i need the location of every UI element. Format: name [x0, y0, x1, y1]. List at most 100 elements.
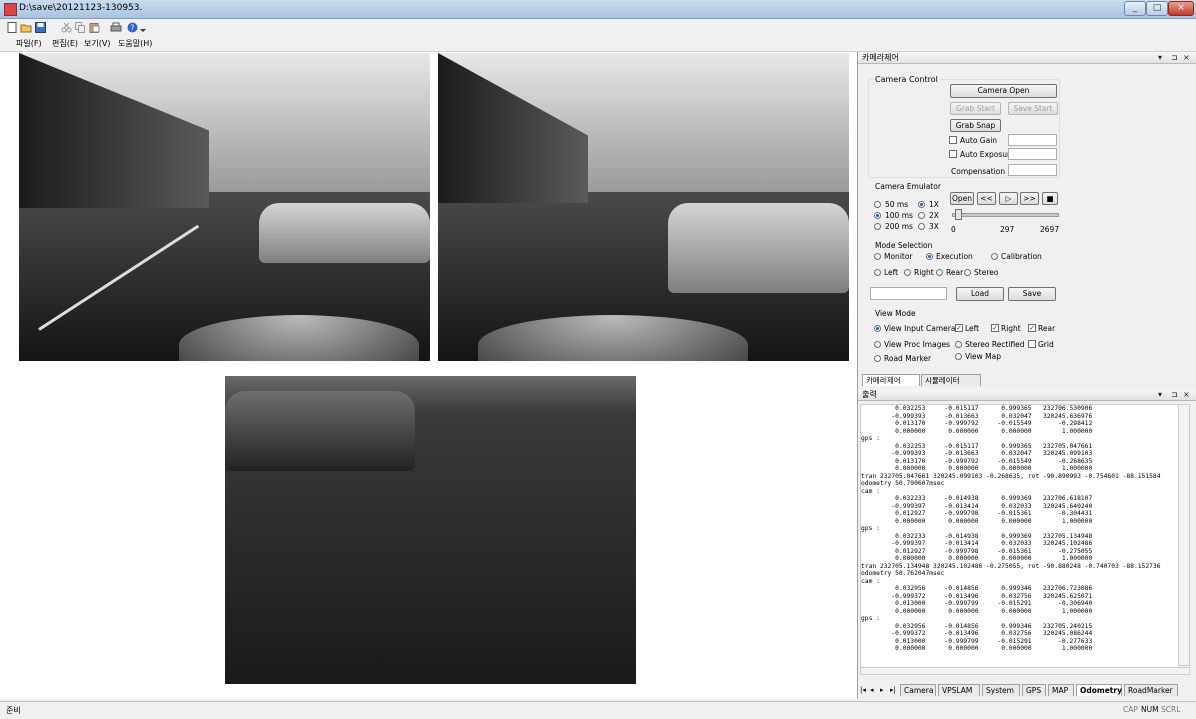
output-line: 0.000000 0.000000 0.000000 1.000000	[861, 427, 1093, 435]
output-vertical-scrollbar[interactable]	[1178, 404, 1190, 666]
view-map-radio[interactable]	[955, 353, 962, 360]
file-path-field[interactable]	[870, 287, 947, 300]
pin-icon[interactable]: ⊐	[1171, 52, 1178, 64]
cut-icon[interactable]	[60, 22, 72, 33]
open-icon[interactable]	[20, 22, 32, 33]
output-horizontal-scrollbar[interactable]	[860, 667, 1190, 675]
playback-slider-thumb[interactable]	[955, 209, 963, 220]
help-icon[interactable]: ?	[126, 22, 138, 33]
rewind-button[interactable]: <<	[977, 192, 996, 205]
speed-2x-radio[interactable]	[918, 212, 925, 219]
mode-calibration-radio[interactable]	[991, 253, 998, 260]
stereo-rectified-radio[interactable]	[955, 341, 962, 348]
play-button[interactable]: ▷	[999, 192, 1018, 205]
camera-panel-tabs: 카메라제어 시뮬레이터	[862, 374, 1062, 387]
menu-edit[interactable]: 편집(E)	[52, 38, 78, 49]
save-icon[interactable]	[34, 22, 46, 33]
left-camera-image	[19, 53, 430, 361]
mode-execution-radio[interactable]	[926, 253, 933, 260]
menu-bar: 파일(F) 편집(E) 보기(V) 도움말(H)	[0, 36, 1196, 52]
tab-simulator-label: 시뮬레이터	[925, 376, 960, 385]
output-log[interactable]: 0.032253 -0.015117 0.999365 232706.53090…	[860, 404, 1180, 668]
cam-right-radio[interactable]	[904, 269, 911, 276]
rate-200ms-radio[interactable]	[874, 223, 881, 230]
stop-button[interactable]: ■	[1042, 192, 1058, 205]
tab-system[interactable]: System	[982, 684, 1020, 696]
paste-icon[interactable]	[88, 22, 100, 33]
emulator-open-button[interactable]: Open	[950, 192, 974, 205]
auto-exposure-field[interactable]	[1008, 148, 1057, 160]
view-rear-checkbox[interactable]: ✓	[1028, 324, 1036, 332]
cam-stereo-radio[interactable]	[964, 269, 971, 276]
tab-vpslam[interactable]: VPSLAM	[938, 684, 980, 696]
road-marker-radio[interactable]	[874, 355, 881, 362]
mode-monitor-radio[interactable]	[874, 253, 881, 260]
view-left-checkbox[interactable]: ✓	[955, 324, 963, 332]
auto-exposure-checkbox[interactable]	[949, 150, 957, 158]
maximize-button[interactable]: □	[1146, 1, 1168, 16]
save-button[interactable]: Save	[1008, 287, 1056, 301]
menu-help[interactable]: 도움말(H)	[118, 38, 152, 49]
output-pin-icon[interactable]: ⊐	[1171, 389, 1178, 401]
view-input-label: View Input Cameras	[884, 324, 960, 333]
cam-rear-radio[interactable]	[936, 269, 943, 276]
cam-rear-label: Rear	[946, 268, 964, 277]
camera-panel-header: 카메라제어 ▾ ⊐ ×	[858, 52, 1196, 64]
tab-nav-3-icon[interactable]: ▸|	[890, 686, 896, 694]
panel-close-icon[interactable]: ×	[1183, 52, 1190, 64]
output-line: 0.032956 -0.014856 0.999346 232706.72308…	[861, 585, 1093, 592]
copy-icon[interactable]	[74, 22, 86, 33]
save-start-button[interactable]: Save Start	[1008, 102, 1058, 115]
print-icon[interactable]	[110, 22, 122, 33]
view-mode-label: View Mode	[875, 309, 916, 318]
grab-snap-button[interactable]: Grab Snap	[950, 119, 1001, 132]
panel-menu-icon[interactable]: ▾	[1158, 52, 1162, 64]
view-proc-radio[interactable]	[874, 341, 881, 348]
tab-camera[interactable]: Camera	[900, 684, 936, 696]
menu-file[interactable]: 파일(F)	[16, 38, 42, 49]
tab-roadmarker[interactable]: RoadMarker	[1124, 684, 1178, 696]
tab-gps[interactable]: GPS	[1022, 684, 1046, 696]
speed-3x-radio[interactable]	[918, 223, 925, 230]
forward-button[interactable]: >>	[1020, 192, 1039, 205]
grid-checkbox[interactable]	[1028, 340, 1036, 348]
minimize-button[interactable]: _	[1124, 1, 1146, 16]
speed-1x-radio[interactable]	[918, 201, 925, 208]
tab-nav-0-icon[interactable]: |◂	[860, 686, 866, 694]
tab-camera-control[interactable]: 카메라제어	[862, 374, 920, 386]
tab-simulator[interactable]: 시뮬레이터	[921, 374, 981, 386]
view-right-label: Right	[1001, 324, 1021, 333]
output-line: 0.032253 -0.015117 0.999365 232705.04766…	[861, 442, 1093, 450]
view-input-radio[interactable]	[874, 325, 881, 332]
speed-2x-label: 2X	[929, 211, 939, 220]
tab-nav-1-icon[interactable]: ◂	[870, 686, 874, 694]
output-line: 0.032233 -0.014938 0.999369 232706.61810…	[861, 495, 1093, 502]
output-line: 0.032253 -0.015117 0.999365 232706.53090…	[861, 405, 1093, 412]
grab-start-button[interactable]: Grab Start	[950, 102, 1001, 115]
cam-left-radio[interactable]	[874, 269, 881, 276]
auto-gain-checkbox[interactable]	[949, 136, 957, 144]
dropdown-icon[interactable]	[140, 22, 146, 33]
load-button[interactable]: Load	[956, 287, 1004, 301]
output-panel: 출력 ▾ ⊐ × 0.032253 -0.015117 0.999365 232…	[858, 389, 1196, 699]
speed-1x-label: 1X	[929, 200, 939, 209]
tab-odometry[interactable]: Odometry	[1076, 684, 1122, 696]
output-line: 0.013170 -0.999792 -0.015549 -0.268635	[861, 457, 1093, 465]
output-close-icon[interactable]: ×	[1183, 389, 1190, 401]
camera-control-panel: 카메라제어 ▾ ⊐ × Camera Control Camera Open G…	[858, 52, 1196, 373]
new-icon[interactable]	[6, 22, 18, 33]
output-menu-icon[interactable]: ▾	[1158, 389, 1162, 401]
auto-gain-field[interactable]	[1008, 134, 1057, 146]
tab-nav-2-icon[interactable]: ▸	[880, 686, 884, 694]
menu-view[interactable]: 보기(V)	[84, 38, 110, 49]
view-left-label: Left	[965, 324, 980, 333]
close-button[interactable]: ×	[1168, 1, 1194, 16]
compensation-field[interactable]	[1008, 164, 1057, 176]
camera-open-button[interactable]: Camera Open	[950, 84, 1057, 98]
view-right-checkbox[interactable]: ✓	[991, 324, 999, 332]
rate-50ms-radio[interactable]	[874, 201, 881, 208]
rate-50ms-label: 50 ms	[885, 200, 909, 209]
rate-100ms-radio[interactable]	[874, 212, 881, 219]
playback-slider[interactable]	[952, 213, 1059, 217]
tab-map[interactable]: MAP	[1048, 684, 1074, 696]
